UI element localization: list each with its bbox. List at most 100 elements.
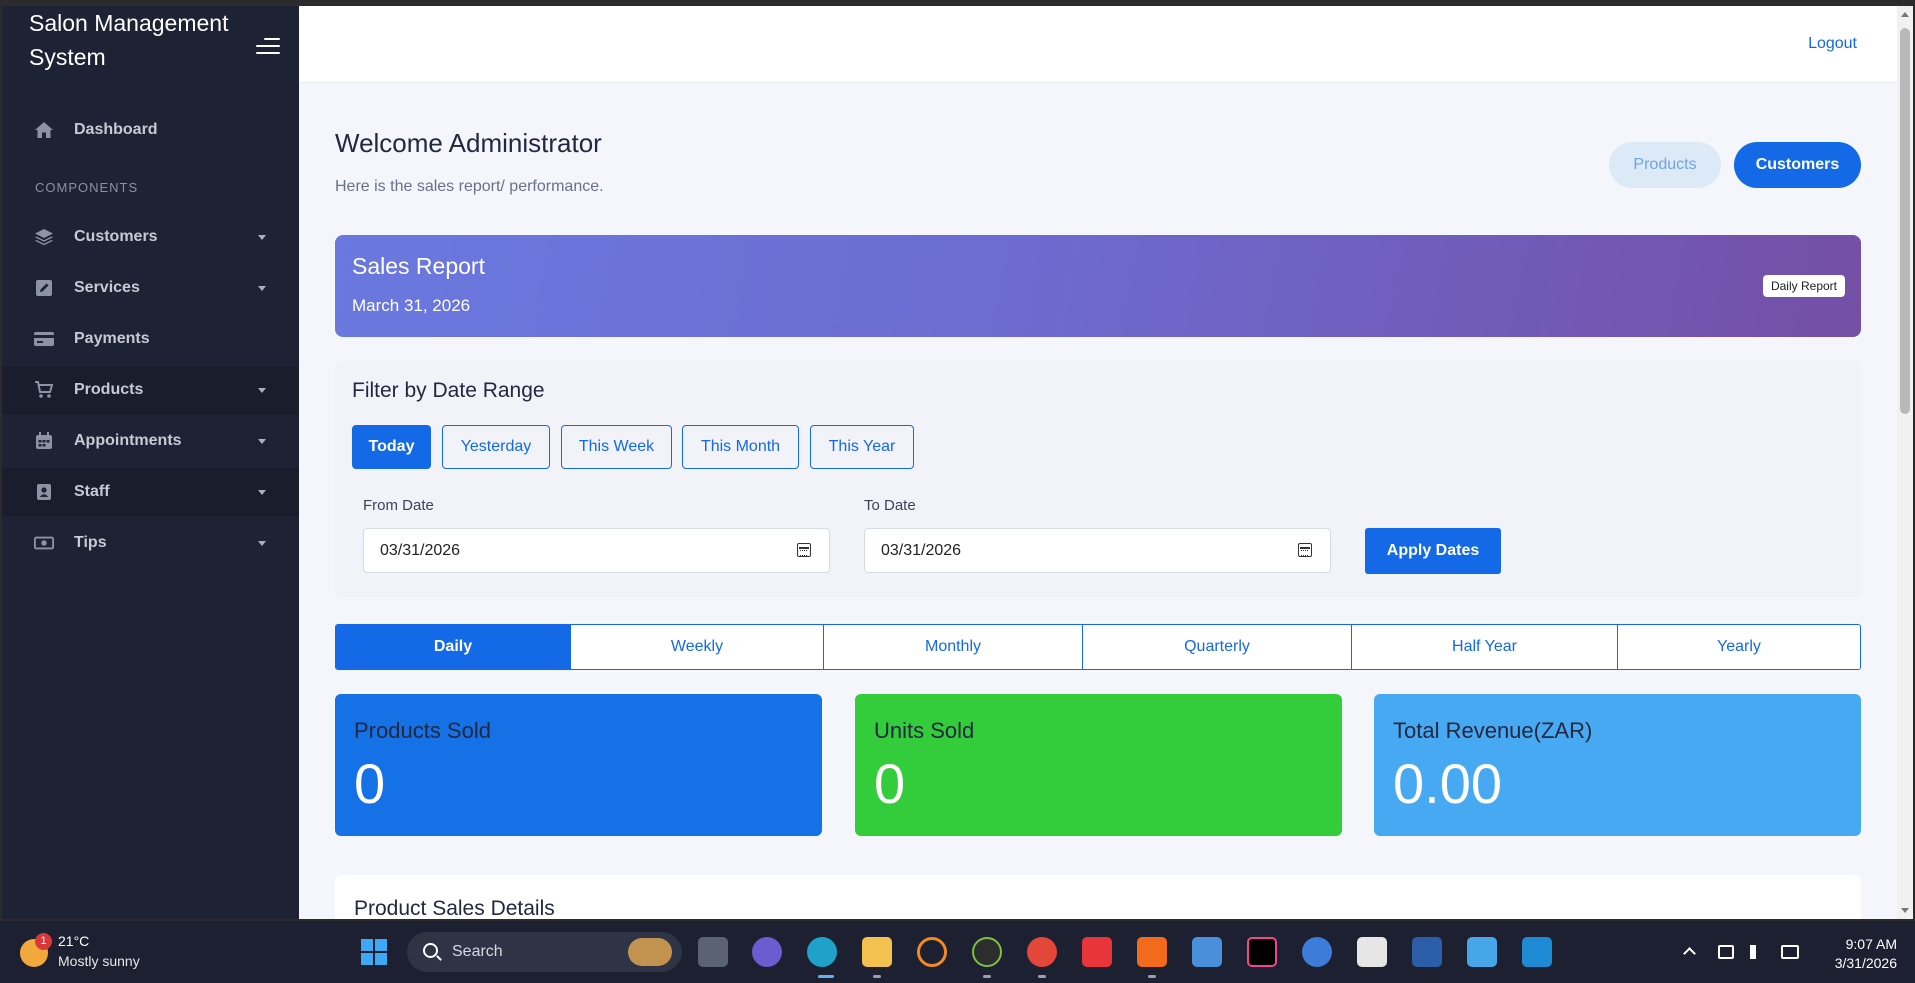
stat-title: Units Sold bbox=[874, 718, 975, 743]
sidebar-item-customers[interactable]: Customers bbox=[2, 213, 299, 261]
to-date-label: To Date bbox=[864, 497, 916, 514]
apply-dates-button[interactable]: Apply Dates bbox=[1365, 528, 1501, 574]
tab-yearly[interactable]: Yearly bbox=[1618, 625, 1860, 669]
report-type-badge: Daily Report bbox=[1762, 275, 1845, 297]
scrollbar-thumb[interactable] bbox=[1900, 28, 1910, 414]
calendar-picker-icon[interactable] bbox=[1298, 543, 1312, 557]
snipping-tool-icon[interactable] bbox=[1357, 937, 1387, 967]
battery-icon[interactable] bbox=[1781, 945, 1799, 959]
windows-taskbar: 1 21°C Mostly sunny Search 9:07 AM 3/31/… bbox=[0, 921, 1915, 983]
sidebar-item-products[interactable]: Products bbox=[2, 366, 299, 414]
sidebar-item-label: Tips bbox=[74, 534, 107, 551]
stat-card-total-revenue: Total Revenue(ZAR) 0.00 bbox=[1374, 694, 1861, 836]
calendar-icon bbox=[34, 431, 54, 451]
file-explorer-icon[interactable] bbox=[862, 937, 892, 967]
tab-daily[interactable]: Daily bbox=[336, 625, 571, 669]
search-highlight-image bbox=[628, 938, 672, 966]
sidebar-item-label: Appointments bbox=[74, 432, 182, 449]
sidebar-item-tips[interactable]: Tips bbox=[2, 519, 299, 567]
sidebar-item-dashboard[interactable]: Dashboard bbox=[2, 106, 299, 154]
page-subtitle: Here is the sales report/ performance. bbox=[335, 178, 604, 195]
inkscape-icon[interactable] bbox=[972, 937, 1002, 967]
volume-icon[interactable] bbox=[1750, 945, 1764, 959]
customers-button[interactable]: Customers bbox=[1734, 142, 1861, 188]
taskbar-search[interactable]: Search bbox=[407, 932, 682, 972]
cart-icon bbox=[34, 380, 54, 400]
windows-start-icon[interactable] bbox=[361, 939, 387, 965]
banner-date: March 31, 2026 bbox=[352, 296, 471, 315]
details-title: Product Sales Details bbox=[354, 897, 555, 919]
search-icon bbox=[423, 943, 438, 958]
clock-time: 9:07 AM bbox=[1845, 936, 1897, 952]
system-clock[interactable]: 9:07 AM 3/31/2026 bbox=[1835, 935, 1897, 973]
sidebar-item-staff[interactable]: Staff bbox=[2, 468, 299, 516]
teams-icon[interactable] bbox=[752, 937, 782, 967]
sidebar-item-payments[interactable]: Payments bbox=[2, 315, 299, 363]
stat-card-units-sold: Units Sold 0 bbox=[855, 694, 1342, 836]
chevron-up-icon[interactable] bbox=[1683, 947, 1696, 960]
range-this-year-button[interactable]: This Year bbox=[810, 425, 914, 469]
clock-date: 3/31/2026 bbox=[1834, 955, 1897, 971]
banner-title: Sales Report bbox=[352, 253, 485, 279]
scroll-down-icon[interactable] bbox=[1901, 908, 1909, 913]
intellij-icon[interactable] bbox=[1247, 937, 1277, 967]
edge-icon[interactable] bbox=[807, 937, 837, 967]
mysql-workbench-icon[interactable] bbox=[1302, 937, 1332, 967]
browser-window: Salon Management System Dashboard COMPON… bbox=[0, 0, 1915, 921]
task-view-icon[interactable] bbox=[698, 937, 728, 967]
chevron-down-icon bbox=[258, 234, 266, 240]
chevron-down-icon bbox=[258, 540, 266, 546]
powershell-icon[interactable] bbox=[1412, 937, 1442, 967]
weather-temperature: 21°C bbox=[58, 933, 90, 949]
chrome-icon[interactable] bbox=[1027, 937, 1057, 967]
page-viewport: Salon Management System Dashboard COMPON… bbox=[2, 6, 1913, 919]
page-title: Welcome Administrator bbox=[335, 128, 602, 158]
tab-monthly[interactable]: Monthly bbox=[824, 625, 1083, 669]
period-tabs: Daily Weekly Monthly Quarterly Half Year… bbox=[335, 624, 1861, 670]
magnifier-app-icon[interactable] bbox=[917, 937, 947, 967]
tab-weekly[interactable]: Weekly bbox=[571, 625, 824, 669]
stat-value: 0 bbox=[354, 752, 386, 815]
vscode-icon[interactable] bbox=[1522, 937, 1552, 967]
weather-description: Mostly sunny bbox=[58, 953, 140, 969]
search-label: Search bbox=[452, 943, 503, 960]
sales-report-banner: Sales Report March 31, 2026 Daily Report bbox=[335, 235, 1861, 337]
filter-title: Filter by Date Range bbox=[352, 379, 545, 402]
scroll-up-icon[interactable] bbox=[1901, 12, 1909, 17]
image-viewer-icon[interactable] bbox=[1192, 937, 1222, 967]
tab-half-year[interactable]: Half Year bbox=[1352, 625, 1618, 669]
to-date-input[interactable]: 03/31/2026 bbox=[864, 528, 1331, 573]
anydesk-icon[interactable] bbox=[1082, 937, 1112, 967]
running-app-indicator bbox=[1148, 975, 1156, 978]
sidebar-item-services[interactable]: Services bbox=[2, 264, 299, 312]
range-yesterday-button[interactable]: Yesterday bbox=[442, 425, 550, 469]
tab-quarterly[interactable]: Quarterly bbox=[1083, 625, 1352, 669]
date-filter-card: Filter by Date Range Today Yesterday Thi… bbox=[335, 361, 1861, 597]
sidebar-item-appointments[interactable]: Appointments bbox=[2, 417, 299, 465]
stat-value: 0 bbox=[874, 752, 906, 815]
topbar: Logout bbox=[299, 6, 1897, 83]
sidebar-section-label: COMPONENTS bbox=[35, 180, 139, 195]
xampp-icon[interactable] bbox=[1137, 937, 1167, 967]
layers-icon bbox=[34, 227, 54, 247]
product-sales-details-card: Product Sales Details bbox=[335, 875, 1861, 919]
sidebar-item-label: Customers bbox=[74, 228, 158, 245]
stat-title: Total Revenue(ZAR) bbox=[1393, 718, 1593, 743]
from-date-label: From Date bbox=[363, 497, 434, 514]
products-button[interactable]: Products bbox=[1609, 142, 1721, 188]
range-this-month-button[interactable]: This Month bbox=[682, 425, 799, 469]
notification-badge: 1 bbox=[35, 933, 52, 950]
calendar-picker-icon[interactable] bbox=[797, 543, 811, 557]
range-this-week-button[interactable]: This Week bbox=[561, 425, 672, 469]
money-icon bbox=[34, 533, 54, 553]
logout-link[interactable]: Logout bbox=[1808, 35, 1857, 53]
page-scrollbar[interactable] bbox=[1897, 6, 1913, 919]
notepad-icon[interactable] bbox=[1467, 937, 1497, 967]
network-icon[interactable] bbox=[1718, 945, 1734, 959]
from-date-input[interactable]: 03/31/2026 bbox=[363, 528, 830, 573]
running-app-indicator bbox=[873, 975, 881, 978]
menu-toggle-icon[interactable] bbox=[254, 36, 280, 56]
stat-title: Products Sold bbox=[354, 718, 491, 743]
range-today-button[interactable]: Today bbox=[352, 425, 431, 469]
chevron-down-icon bbox=[258, 438, 266, 444]
